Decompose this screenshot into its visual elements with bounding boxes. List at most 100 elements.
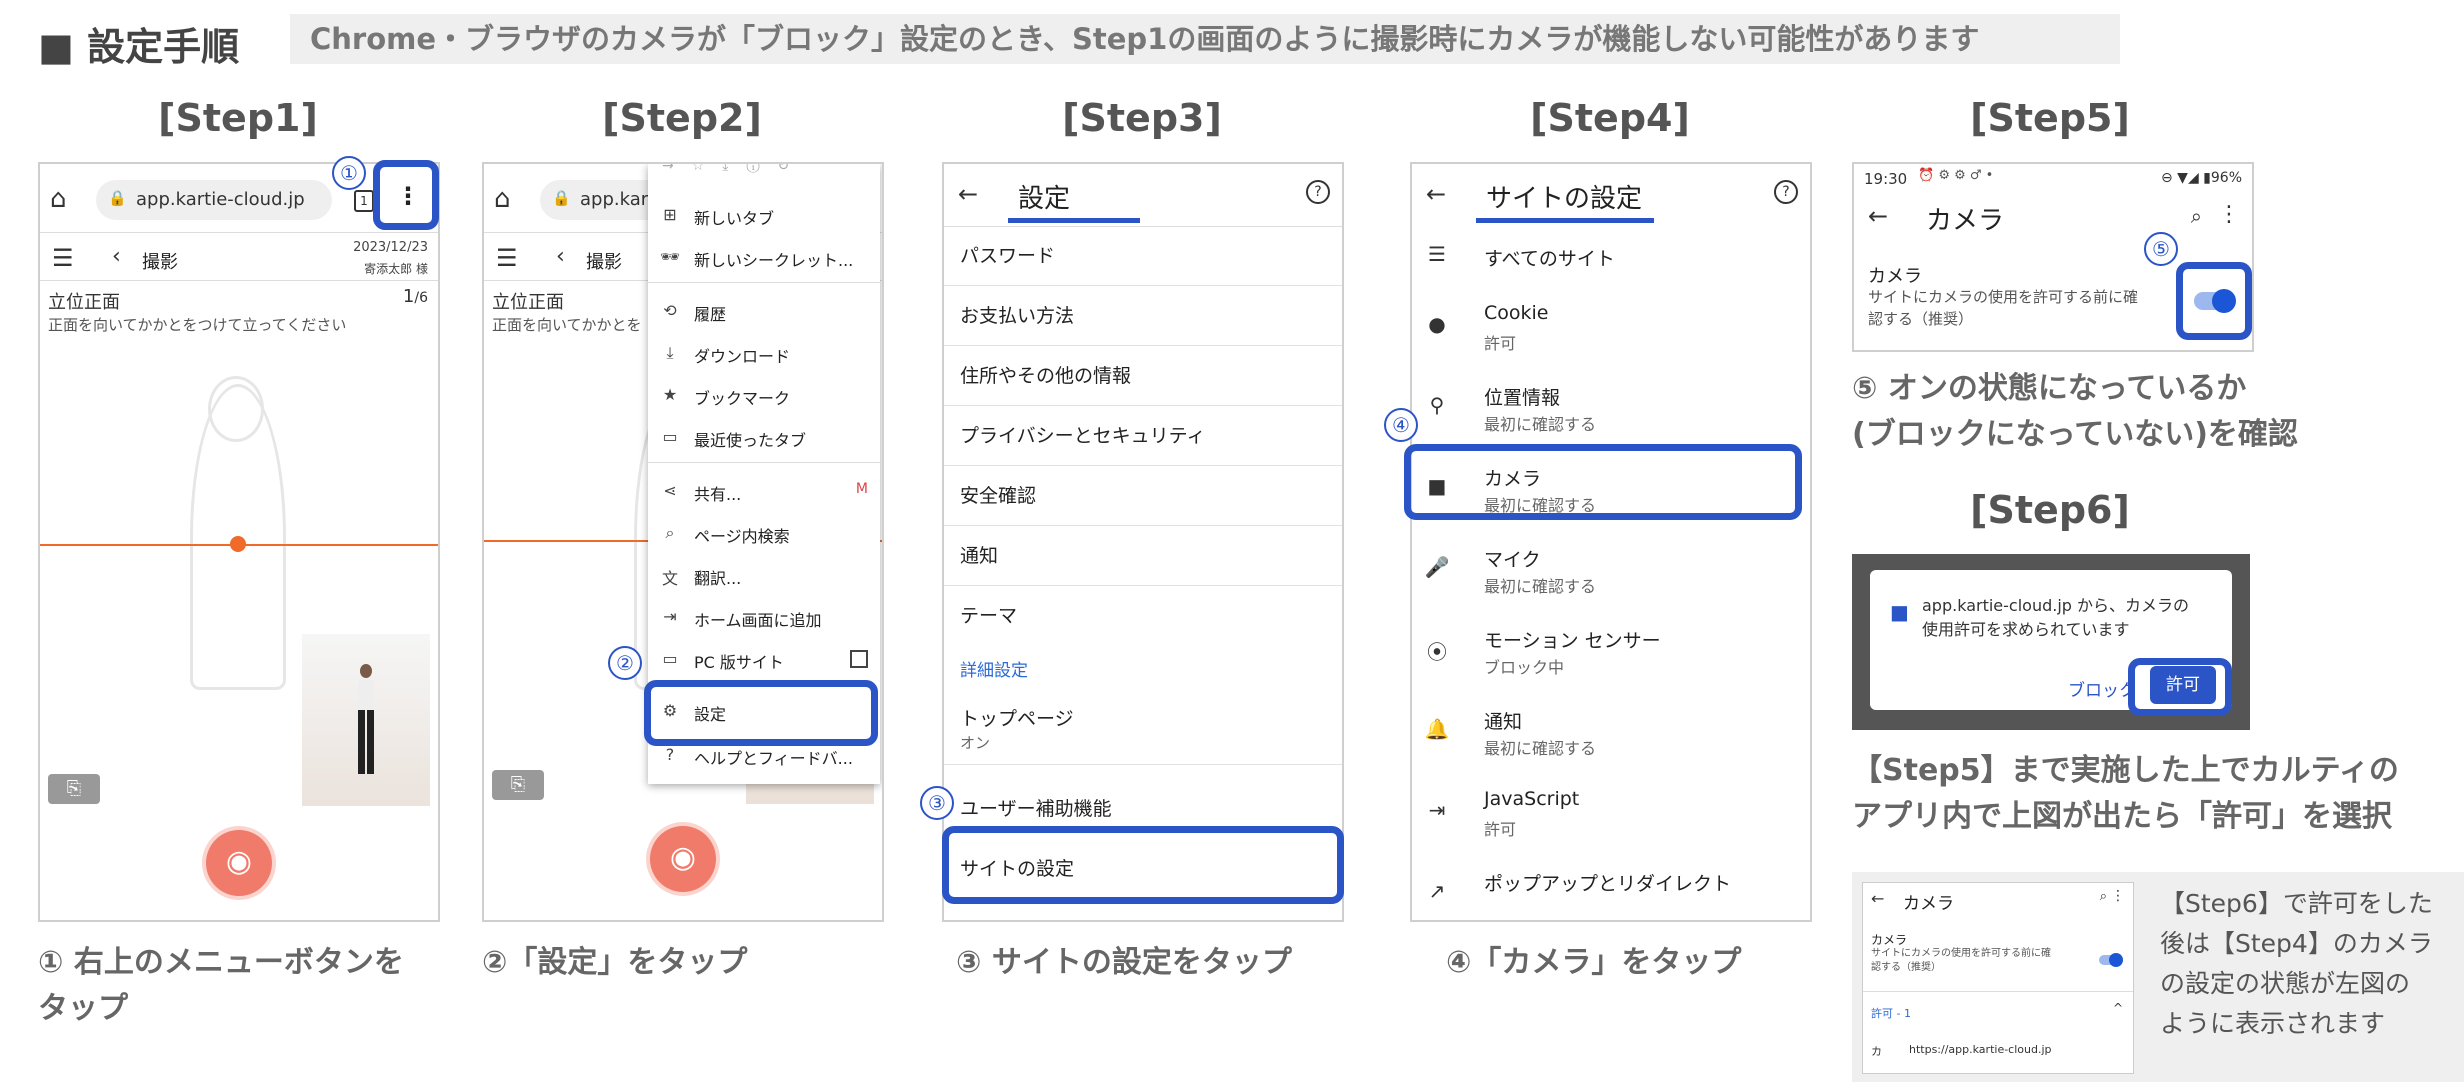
site-row-javascript[interactable]: ⇥ JavaScript 許可 xyxy=(1412,776,1810,856)
site-row-location[interactable]: ⚲ 位置情報 最初に確認する xyxy=(1412,371,1810,451)
desc-line-1: サイトにカメラの使用を許可する前に確 xyxy=(1871,948,2051,959)
step1-caption-line1: ① 右上のメニューボタンを xyxy=(38,945,404,980)
address-bar[interactable]: 🔒 app.kartie-cloud.jp xyxy=(96,180,332,220)
menu-item-find[interactable]: ⌕ ページ内検索 xyxy=(648,512,880,554)
hamburger-icon[interactable]: ☰ xyxy=(496,244,518,272)
menu-label: 最近使ったタブ xyxy=(694,431,807,450)
site-row-notifications[interactable]: 🔔 通知 最初に確認する xyxy=(1412,695,1810,775)
step3-title: [Step3] xyxy=(1062,96,1222,140)
more-vert-icon[interactable]: ⋮ xyxy=(2218,202,2240,227)
back-arrow-icon[interactable]: ← xyxy=(958,180,978,208)
row-label: JavaScript xyxy=(1484,788,1580,810)
site-row-all-sites[interactable]: ☰ すべてのサイト xyxy=(1412,230,1810,286)
camera-setting-desc: サイトにカメラの使用を許可する前に確 認する（推奨） xyxy=(1868,286,2138,330)
home-icon[interactable]: ⌂ xyxy=(494,184,511,214)
row-label: ポップアップとリダイレクト xyxy=(1484,873,1732,895)
gmail-icon: M xyxy=(855,481,868,497)
home-icon[interactable]: ⌂ xyxy=(50,184,67,214)
translate-icon: 文 xyxy=(661,569,678,588)
result-thumbnail-panel: ← カメラ ⌕ ⋮ カメラ サイトにカメラの使用を許可する前に確 認する（推奨）… xyxy=(1852,872,2464,1082)
thumb-title: カメラ xyxy=(1903,894,1954,914)
step1-badge: ① xyxy=(332,156,366,190)
settings-row-privacy[interactable]: プライバシーとセキュリティ xyxy=(944,406,1342,466)
step1-menu-highlight xyxy=(373,160,439,230)
video-camera-icon: ■ xyxy=(1890,600,1909,624)
pose-counter-current: 1 xyxy=(402,286,415,307)
step1-title: [Step1] xyxy=(158,96,318,140)
settings-row-payment[interactable]: お支払い方法 xyxy=(944,286,1342,346)
step6-title: [Step6] xyxy=(1970,488,2130,532)
pose-counter: 1/6 xyxy=(403,286,428,307)
menu-item-downloads[interactable]: ⤓ ダウンロード xyxy=(648,332,880,374)
step3-screenshot: ← 設定 ? パスワード お支払い方法 住所やその他の情報 プライバシーとセキュ… xyxy=(942,162,1344,922)
back-chevron-icon[interactable]: ‹ xyxy=(112,244,121,269)
menu-item-translate[interactable]: 文翻訳... xyxy=(648,554,880,596)
row-status: 最初に確認する xyxy=(1484,415,1597,434)
row-label: 通知 xyxy=(1484,711,1523,733)
step6-allow-highlight xyxy=(2128,658,2232,716)
menu-item-share[interactable]: ⋖ 共有... M xyxy=(648,470,880,512)
menu-item-bookmarks[interactable]: ★ ブックマーク xyxy=(648,374,880,416)
menu-item-new-tab[interactable]: ⊞ 新しいタブ xyxy=(648,194,880,236)
site-settings-title: サイトの設定 xyxy=(1486,184,1643,214)
menu-item-recent-tabs[interactable]: ▭ 最近使ったタブ xyxy=(648,416,880,458)
monitor-icon: ▭ xyxy=(662,649,678,668)
back-chevron-icon[interactable]: ‹ xyxy=(556,244,565,269)
back-arrow-icon[interactable]: ← xyxy=(1426,180,1446,208)
block-button[interactable]: ブロック xyxy=(2068,676,2136,701)
location-pin-icon: ⚲ xyxy=(1429,393,1445,417)
step5-badge: ⑤ xyxy=(2144,232,2178,266)
camera-setting-name: カメラ xyxy=(1868,266,1922,287)
rotate-camera-icon[interactable]: ⎘ xyxy=(492,770,544,800)
site-row-cookie[interactable]: ● Cookie 許可 xyxy=(1412,290,1810,370)
menu-item-incognito[interactable]: 🕶 新しいシークレット... xyxy=(648,236,880,278)
step5-title: [Step5] xyxy=(1970,96,2130,140)
menu-item-add-home[interactable]: ⇥ ホーム画面に追加 xyxy=(648,596,880,638)
back-arrow-icon[interactable]: ← xyxy=(1868,202,1888,230)
guide-dot xyxy=(230,536,246,552)
row-status: 許可 xyxy=(1484,820,1517,839)
step2-caption: ②「設定」をタップ xyxy=(482,945,748,980)
site-row-popups[interactable]: ↗ ポップアップとリダイレクト xyxy=(1412,857,1810,920)
pose-title: 立位正面 xyxy=(48,292,120,313)
shutter-button[interactable]: ◉ xyxy=(650,826,716,892)
permission-text-2: 使用許可を求められています xyxy=(1922,620,2130,639)
settings-row-theme[interactable]: テーマ xyxy=(944,586,1342,646)
site-favicon: カ xyxy=(1871,1045,1882,1058)
help-icon[interactable]: ? xyxy=(1306,180,1330,204)
page-title: ■ 設定手順 xyxy=(38,25,240,69)
menu-label: ヘルプとフィードバ... xyxy=(694,749,853,768)
back-arrow-icon: ← xyxy=(1871,889,1885,908)
site-row-motion-sensor[interactable]: ⦿ モーション センサー ブロック中 xyxy=(1412,614,1810,694)
settings-title: 設定 xyxy=(1018,184,1071,214)
chevron-up-icon: ^ xyxy=(2112,1001,2123,1015)
step3-caption: ③ サイトの設定をタップ xyxy=(956,945,1292,980)
settings-row-addresses[interactable]: 住所やその他の情報 xyxy=(944,346,1342,406)
settings-row-homepage[interactable]: トップページ オン xyxy=(944,692,1342,765)
settings-row-safety-check[interactable]: 安全確認 xyxy=(944,466,1342,526)
menu-item-history[interactable]: ⟲ 履歴 xyxy=(648,290,880,332)
result-thumbnail: ← カメラ ⌕ ⋮ カメラ サイトにカメラの使用を許可する前に確 認する（推奨）… xyxy=(1862,882,2134,1074)
menu-item-desktop-site[interactable]: ▭ PC 版サイト xyxy=(648,638,880,680)
homepage-label: トップページ xyxy=(960,708,1074,730)
menu-label: 履歴 xyxy=(694,305,727,324)
pose-description: 正面を向いてかかとを xyxy=(492,316,642,334)
rotate-camera-icon[interactable]: ⎘ xyxy=(48,774,100,804)
tab-count-icon[interactable]: 1 xyxy=(354,190,374,212)
header-note: Chrome・ブラウザのカメラが「ブロック」設定のとき、Step1の画面のように… xyxy=(290,14,2120,64)
desktop-site-checkbox[interactable] xyxy=(850,650,868,668)
settings-row-passwords[interactable]: パスワード xyxy=(944,226,1342,286)
settings-row-accessibility[interactable]: ユーザー補助機能 xyxy=(960,794,1112,821)
shutter-button[interactable]: ◉ xyxy=(206,830,272,896)
hamburger-icon[interactable]: ☰ xyxy=(52,244,74,272)
search-icon[interactable]: ⌕ xyxy=(2191,204,2202,228)
step4-screenshot: ← サイトの設定 ? ☰ すべてのサイト ● Cookie 許可 ⚲ 位置情報 … xyxy=(1410,162,1812,922)
step1-caption-line2: タップ xyxy=(38,991,128,1026)
plus-box-icon: ⊞ xyxy=(663,205,677,224)
list-icon: ☰ xyxy=(1428,242,1446,266)
settings-row-notifications[interactable]: 通知 xyxy=(944,526,1342,586)
help-icon[interactable]: ? xyxy=(1774,180,1798,204)
site-row-microphone[interactable]: 🎤 マイク 最初に確認する xyxy=(1412,533,1810,613)
nav-title: 撮影 xyxy=(586,252,622,273)
row-label: モーション センサー xyxy=(1484,630,1661,652)
